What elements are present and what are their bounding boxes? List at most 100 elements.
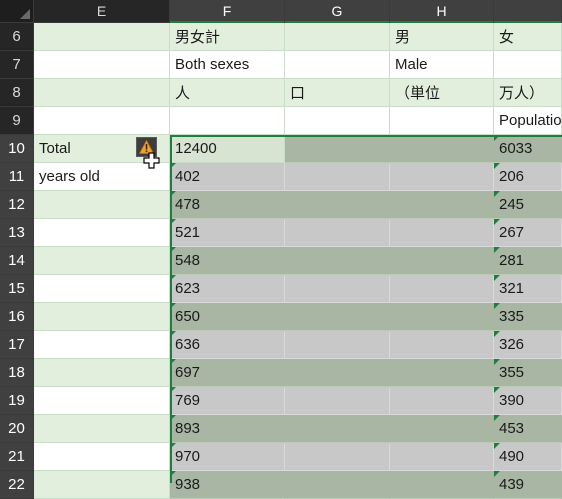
cell-i21[interactable]: 490 <box>494 443 562 471</box>
cell-f20[interactable]: 893 <box>170 415 285 443</box>
cell-f18[interactable]: 697 <box>170 359 285 387</box>
cell-h18[interactable] <box>390 359 494 387</box>
cell-g15[interactable] <box>285 275 390 303</box>
cell-f19[interactable]: 769 <box>170 387 285 415</box>
cell-i18[interactable]: 355 <box>494 359 562 387</box>
cell-g19[interactable] <box>285 387 390 415</box>
cell-h7[interactable]: Male <box>390 51 494 79</box>
row-header-9[interactable]: 9 <box>0 107 34 135</box>
cell-i14[interactable]: 281 <box>494 247 562 275</box>
cell-f21[interactable]: 970 <box>170 443 285 471</box>
cell-h22[interactable] <box>390 471 494 499</box>
cell-g16[interactable] <box>285 303 390 331</box>
cell-g14[interactable] <box>285 247 390 275</box>
cell-i7[interactable] <box>494 51 562 79</box>
cell-h19[interactable] <box>390 387 494 415</box>
row-header-20[interactable]: 20 <box>0 415 34 443</box>
cell-h20[interactable] <box>390 415 494 443</box>
cell-i15[interactable]: 321 <box>494 275 562 303</box>
cell-e16[interactable] <box>34 303 170 331</box>
cell-f14[interactable]: 548 <box>170 247 285 275</box>
cell-f13[interactable]: 521 <box>170 219 285 247</box>
cell-e6[interactable] <box>34 23 170 51</box>
cell-i17[interactable]: 326 <box>494 331 562 359</box>
row-header-18[interactable]: 18 <box>0 359 34 387</box>
row-header-13[interactable]: 13 <box>0 219 34 247</box>
cell-i22[interactable]: 439 <box>494 471 562 499</box>
row-header-22[interactable]: 22 <box>0 471 34 499</box>
cell-i10[interactable]: 6033 <box>494 135 562 163</box>
cell-i20[interactable]: 453 <box>494 415 562 443</box>
cell-i16[interactable]: 335 <box>494 303 562 331</box>
row-header-12[interactable]: 12 <box>0 191 34 219</box>
cell-f17[interactable]: 636 <box>170 331 285 359</box>
row-header-8[interactable]: 8 <box>0 79 34 107</box>
cell-i6[interactable]: 女 <box>494 23 562 51</box>
cell-h6[interactable]: 男 <box>390 23 494 51</box>
cell-e8[interactable] <box>34 79 170 107</box>
cell-h16[interactable] <box>390 303 494 331</box>
cell-h12[interactable] <box>390 191 494 219</box>
cell-h10[interactable] <box>390 135 494 163</box>
cell-e14[interactable] <box>34 247 170 275</box>
cell-h15[interactable] <box>390 275 494 303</box>
row-header-19[interactable]: 19 <box>0 387 34 415</box>
cell-i19[interactable]: 390 <box>494 387 562 415</box>
row-header-6[interactable]: 6 <box>0 23 34 51</box>
cell-e15[interactable] <box>34 275 170 303</box>
cell-e13[interactable] <box>34 219 170 247</box>
column-header-i[interactable] <box>494 0 562 23</box>
cell-g13[interactable] <box>285 219 390 247</box>
cell-i11[interactable]: 206 <box>494 163 562 191</box>
column-header-e[interactable]: E <box>34 0 170 23</box>
cell-g11[interactable] <box>285 163 390 191</box>
cell-e20[interactable] <box>34 415 170 443</box>
cell-f16[interactable]: 650 <box>170 303 285 331</box>
column-header-f[interactable]: F <box>170 0 285 23</box>
cell-f6[interactable]: 男女計 <box>170 23 285 51</box>
cell-f22[interactable]: 938 <box>170 471 285 499</box>
cell-h21[interactable] <box>390 443 494 471</box>
row-header-14[interactable]: 14 <box>0 247 34 275</box>
cell-g21[interactable] <box>285 443 390 471</box>
cell-i9[interactable]: Population <box>494 107 562 135</box>
cell-e9[interactable] <box>34 107 170 135</box>
cell-f11[interactable]: 402 <box>170 163 285 191</box>
cell-i13[interactable]: 267 <box>494 219 562 247</box>
cell-g10[interactable] <box>285 135 390 163</box>
cell-f7[interactable]: Both sexes <box>170 51 285 79</box>
row-header-15[interactable]: 15 <box>0 275 34 303</box>
cell-h8[interactable]: （単位 <box>390 79 494 107</box>
cell-g17[interactable] <box>285 331 390 359</box>
row-header-7[interactable]: 7 <box>0 51 34 79</box>
cell-e18[interactable] <box>34 359 170 387</box>
cell-h14[interactable] <box>390 247 494 275</box>
cell-g18[interactable] <box>285 359 390 387</box>
cell-h17[interactable] <box>390 331 494 359</box>
row-header-10[interactable]: 10 <box>0 135 34 163</box>
cell-f9[interactable] <box>170 107 285 135</box>
cell-i12[interactable]: 245 <box>494 191 562 219</box>
cell-g9[interactable] <box>285 107 390 135</box>
cell-f8[interactable]: 人 <box>170 79 285 107</box>
row-header-11[interactable]: 11 <box>0 163 34 191</box>
cell-g12[interactable] <box>285 191 390 219</box>
cell-i8[interactable]: 万人） <box>494 79 562 107</box>
cell-g8[interactable]: 口 <box>285 79 390 107</box>
cell-g6[interactable] <box>285 23 390 51</box>
cell-g7[interactable] <box>285 51 390 79</box>
row-header-21[interactable]: 21 <box>0 443 34 471</box>
cell-g20[interactable] <box>285 415 390 443</box>
cell-h13[interactable] <box>390 219 494 247</box>
cell-f10[interactable]: 12400 <box>170 135 285 163</box>
cell-h9[interactable] <box>390 107 494 135</box>
row-header-17[interactable]: 17 <box>0 331 34 359</box>
select-all-button[interactable] <box>0 0 34 23</box>
row-header-16[interactable]: 16 <box>0 303 34 331</box>
cell-e7[interactable] <box>34 51 170 79</box>
cell-f15[interactable]: 623 <box>170 275 285 303</box>
cell-f12[interactable]: 478 <box>170 191 285 219</box>
column-header-h[interactable]: H <box>390 0 494 23</box>
cell-h11[interactable] <box>390 163 494 191</box>
cell-g22[interactable] <box>285 471 390 499</box>
